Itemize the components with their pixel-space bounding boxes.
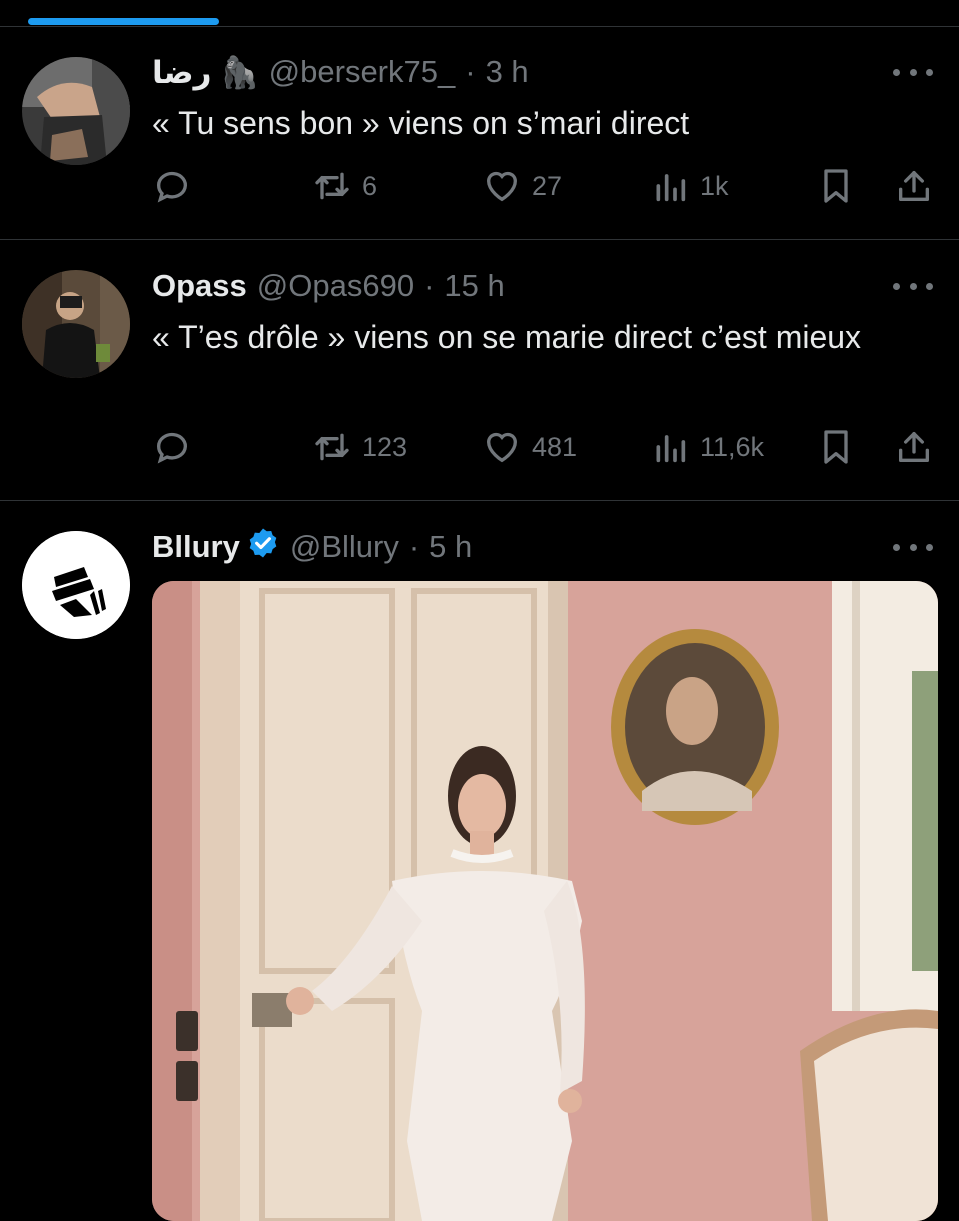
reply-button[interactable] [152,423,192,471]
display-name[interactable]: رضا 🦍 [152,54,259,91]
views-count: 1k [700,170,729,201]
share-button[interactable] [894,423,934,471]
tweet[interactable]: رضا 🦍 @berserk75_ · 3 h « Tu sens bon » … [0,27,959,240]
heart-icon [486,171,518,202]
retweet-icon [315,433,349,461]
heart-icon [486,432,518,463]
like-count: 481 [532,431,578,462]
active-tab-indicator [28,18,219,25]
timestamp[interactable]: 15 h [444,268,504,304]
more-icon[interactable] [893,62,933,82]
bookmark-button[interactable] [816,162,856,210]
tweet[interactable]: Opass @Opas690 · 15 h « T’es drôle » vie… [0,240,959,501]
views-button[interactable]: 1k [650,162,729,210]
tweet-text: « Tu sens bon » viens on s’mari direct [152,105,690,141]
tweet-actions: 123 481 11,6k [152,423,942,471]
avatar[interactable] [22,531,130,639]
retweet-count: 6 [362,170,378,201]
display-name[interactable]: Bllury [152,526,280,568]
avatar[interactable] [22,270,130,378]
tweet-text: « T’es drôle » viens on se marie direct … [152,319,862,355]
retweet-icon [315,172,349,200]
avatar[interactable] [22,57,130,165]
more-icon[interactable] [893,537,933,557]
verified-badge-icon [246,526,280,568]
more-icon[interactable] [893,276,933,296]
separator-dot: · [424,268,435,303]
tweet-media-image[interactable] [152,581,938,1221]
reply-button[interactable] [152,162,192,210]
retweet-count: 123 [362,431,408,462]
bookmark-icon [824,169,848,203]
views-icon [656,435,686,463]
reply-icon [157,432,187,464]
views-icon [656,174,686,202]
bookmark-icon [824,430,848,464]
user-handle[interactable]: @berserk75_ [269,54,456,90]
retweet-button[interactable]: 123 [312,423,407,471]
share-icon [899,171,929,201]
display-name[interactable]: Opass [152,268,247,304]
like-count: 27 [532,170,563,201]
bookmark-button[interactable] [816,423,856,471]
separator-dot: · [465,54,476,89]
like-button[interactable]: 481 [482,423,577,471]
share-icon [899,432,929,462]
tweet-actions: 6 27 1k [152,162,942,210]
views-count: 11,6k [700,431,765,462]
timestamp[interactable]: 3 h [486,54,529,90]
reply-icon [157,171,187,203]
bllury-logo [22,531,130,639]
display-name-text: Bllury [152,529,240,564]
user-handle[interactable]: @Bllury [290,529,399,565]
top-tab-bar [0,0,959,27]
separator-dot: · [408,529,420,564]
views-button[interactable]: 11,6k [650,423,764,471]
share-button[interactable] [894,162,934,210]
retweet-button[interactable]: 6 [312,162,377,210]
user-handle[interactable]: @Opas690 [257,268,414,304]
like-button[interactable]: 27 [482,162,562,210]
timestamp[interactable]: 5 h [429,529,472,565]
